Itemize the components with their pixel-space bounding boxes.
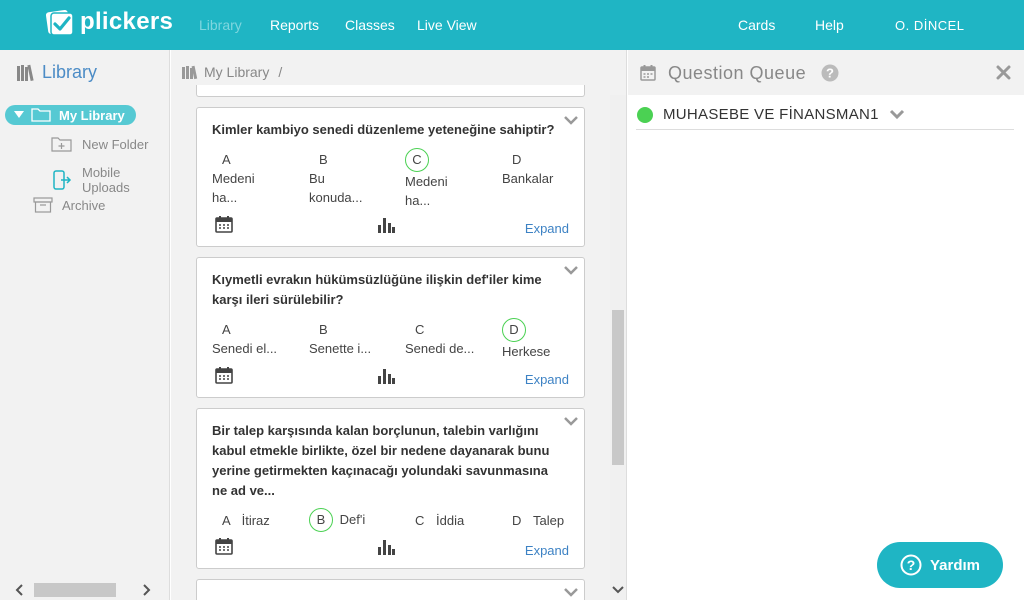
svg-text:?: ? [907, 557, 916, 573]
breadcrumb: My Library / [181, 64, 282, 80]
caret-down-icon [14, 111, 24, 119]
books-icon [181, 65, 198, 80]
question-text: Kıymetli evrakın hükümsüzlüğüne ilişkin … [212, 272, 542, 307]
sidebar-horizontal-scrollbar[interactable] [0, 572, 170, 600]
folder-icon [31, 108, 51, 122]
answer-c: C İddia [415, 513, 465, 528]
class-status-dot [637, 106, 653, 123]
nav-help[interactable]: Help [815, 17, 844, 33]
mobile-upload-icon [53, 170, 72, 190]
answer-d-correct: D Herkese [502, 318, 582, 361]
answer-d: D Talep [512, 513, 565, 528]
answer-a: A Medeni ha... [212, 152, 255, 205]
scroll-thumb[interactable] [612, 310, 624, 465]
chevron-down-icon[interactable] [564, 112, 578, 130]
answer-a: A Senedi el... [212, 322, 278, 356]
bar-chart-icon[interactable] [377, 367, 395, 389]
top-bar: plickers Library Reports Classes Live Vi… [0, 0, 1024, 50]
question-card-partial [196, 85, 585, 97]
vertical-scrollbar[interactable] [610, 95, 626, 600]
scroll-right-icon[interactable] [143, 584, 151, 596]
answer-b: B Senette i... [309, 322, 372, 356]
chevron-down-icon[interactable] [564, 584, 578, 600]
nav-library[interactable]: Library [199, 17, 242, 33]
library-panel: My Library / Kimler kambiyo senedi düzen… [171, 50, 627, 600]
question-card-partial[interactable] [196, 579, 585, 600]
calendar-icon [640, 64, 656, 81]
archive-label: Archive [62, 197, 106, 213]
close-icon[interactable] [996, 65, 1011, 80]
chevron-down-icon[interactable] [564, 413, 578, 431]
question-text: Bir talep karşısında kalan borçlunun, ta… [212, 423, 550, 498]
nav-reports[interactable]: Reports [270, 17, 319, 33]
scroll-down-icon[interactable] [612, 586, 624, 594]
question-card[interactable]: Bir talep karşısında kalan borçlunun, ta… [196, 408, 585, 569]
scroll-left-icon[interactable] [15, 584, 23, 596]
new-folder-label: New Folder [82, 137, 149, 152]
nav-live-view[interactable]: Live View [417, 17, 477, 33]
svg-text:?: ? [826, 66, 834, 81]
correct-answer-circle: D [502, 318, 526, 342]
archive-icon [33, 197, 53, 213]
breadcrumb-separator: / [278, 64, 283, 80]
expand-link[interactable]: Expand [525, 221, 569, 236]
correct-answer-circle: B [309, 508, 333, 532]
plickers-logo-icon [45, 8, 74, 36]
chevron-down-icon[interactable] [889, 109, 905, 120]
my-library-label: My Library [59, 107, 125, 123]
question-card[interactable]: Kimler kambiyo senedi düzenleme yeteneği… [196, 107, 585, 247]
question-queue-panel: Question Queue ? MUHASEBE VE FİNANSMAN1 … [628, 50, 1024, 600]
sidebar-item-new-folder[interactable]: New Folder [51, 137, 148, 152]
logo-text: plickers [80, 8, 174, 35]
question-queue-title: Question Queue [668, 63, 807, 83]
new-folder-icon [51, 137, 72, 152]
calendar-icon[interactable] [215, 366, 233, 389]
mobile-uploads-label: Mobile Uploads [82, 165, 130, 195]
class-name: MUHASEBE VE FİNANSMAN1 [663, 106, 879, 123]
class-selector[interactable]: MUHASEBE VE FİNANSMAN1 [636, 100, 1014, 130]
help-button-label: Yardım [929, 556, 981, 574]
nav-classes[interactable]: Classes [345, 17, 395, 33]
bar-chart-icon[interactable] [377, 216, 395, 238]
sidebar-item-my-library[interactable]: My Library [5, 105, 136, 125]
nav-cards[interactable]: Cards [738, 17, 775, 33]
calendar-icon[interactable] [215, 215, 233, 238]
answer-c-correct: C Medeni ha... [405, 148, 475, 210]
breadcrumb-my-library[interactable]: My Library [204, 64, 269, 80]
answer-b: B Bu konuda... [309, 152, 363, 205]
logo[interactable]: plickers [45, 8, 174, 36]
sidebar-item-mobile-uploads[interactable]: Mobile Uploads [53, 165, 169, 195]
question-queue-header: Question Queue ? [628, 50, 1024, 95]
sidebar-item-archive[interactable]: Archive [33, 197, 105, 213]
scroll-thumb[interactable] [34, 583, 116, 597]
correct-answer-circle: C [405, 148, 429, 172]
expand-link[interactable]: Expand [525, 543, 569, 558]
sidebar: Library My Library New Folder Mobile Upl… [0, 50, 170, 600]
calendar-icon[interactable] [215, 537, 233, 560]
library-header: Library [16, 62, 97, 83]
library-title: Library [42, 62, 98, 82]
question-card[interactable]: Kıymetli evrakın hükümsüzlüğüne ilişkin … [196, 257, 585, 398]
answer-d: D Bankalar [502, 152, 554, 186]
bar-chart-icon[interactable] [377, 538, 395, 560]
question-circle-icon: ? [900, 554, 922, 576]
chevron-down-icon[interactable] [564, 262, 578, 280]
books-icon [16, 64, 36, 82]
help-button[interactable]: ? Yardım [877, 542, 1003, 588]
help-circle-icon[interactable]: ? [821, 64, 839, 82]
answer-b-correct: B Def'i [309, 508, 365, 532]
expand-link[interactable]: Expand [525, 372, 569, 387]
answer-c: C Senedi de... [405, 322, 475, 356]
question-text: Kimler kambiyo senedi düzenleme yeteneği… [212, 122, 555, 137]
answer-a: A İtiraz [222, 513, 270, 528]
user-menu[interactable]: O. DİNCEL [895, 18, 965, 33]
